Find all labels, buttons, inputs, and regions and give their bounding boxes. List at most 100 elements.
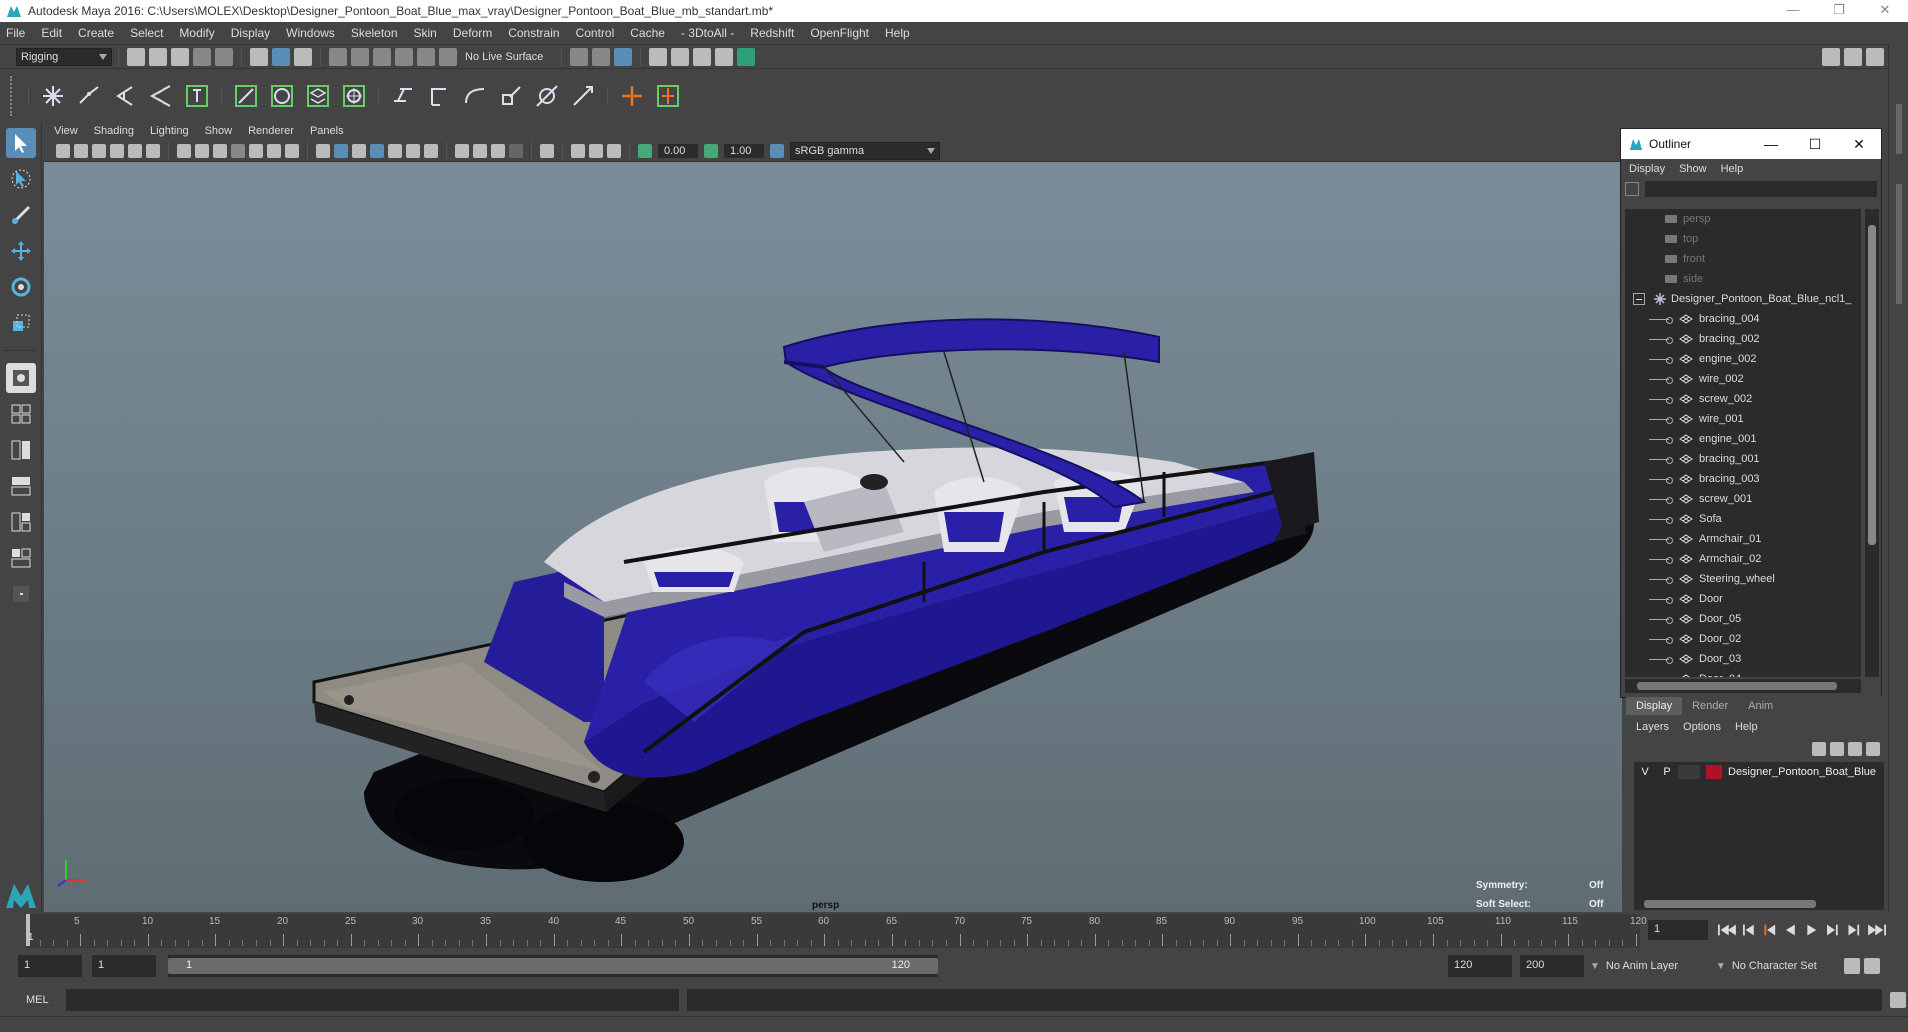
- menu-modify[interactable]: Modify: [179, 26, 214, 40]
- save-scene-icon[interactable]: [171, 47, 189, 66]
- close-button[interactable]: ✕: [1862, 0, 1908, 22]
- current-frame-field[interactable]: 1: [1648, 920, 1709, 940]
- menu-skin[interactable]: Skin: [414, 26, 437, 40]
- safe-title-icon[interactable]: [285, 143, 299, 158]
- redshift-render-icon[interactable]: [737, 47, 756, 66]
- color-management-icon[interactable]: [770, 143, 784, 158]
- undo-icon[interactable]: [193, 47, 211, 66]
- point-constraint-button[interactable]: [425, 81, 453, 111]
- tree-item-child[interactable]: Sofa: [1625, 509, 1861, 529]
- script-editor-icon[interactable]: [1890, 992, 1907, 1008]
- depth-of-field-icon[interactable]: [509, 143, 523, 158]
- snap-surface-icon[interactable]: [417, 47, 435, 66]
- set-driven-key-button[interactable]: [654, 81, 682, 111]
- display-type-toggle[interactable]: [1678, 765, 1700, 779]
- single-view-layout-button[interactable]: [6, 363, 36, 393]
- construction-history-icon[interactable]: [570, 47, 589, 66]
- grid-icon[interactable]: [177, 143, 191, 158]
- menu-select[interactable]: Select: [130, 26, 163, 40]
- layer-color-swatch[interactable]: [1706, 765, 1722, 779]
- character-set-chevron-icon[interactable]: ▼: [1716, 961, 1726, 972]
- vp-menu-shading[interactable]: Shading: [94, 125, 134, 137]
- menu-create[interactable]: Create: [78, 26, 114, 40]
- menu-deform[interactable]: Deform: [453, 26, 492, 40]
- xray-icon[interactable]: [571, 143, 585, 158]
- restore-button[interactable]: ❐: [1816, 0, 1862, 22]
- render-frame-icon[interactable]: [649, 47, 668, 66]
- menuset-dropdown[interactable]: Rigging: [16, 47, 112, 66]
- live-surface-icon[interactable]: [439, 47, 457, 66]
- tree-item-child[interactable]: Door_05: [1625, 609, 1861, 629]
- anim-layer-dropdown[interactable]: No Anim Layer: [1606, 960, 1710, 972]
- outliner-hscrollbar[interactable]: [1625, 679, 1861, 693]
- scroll-thumb[interactable]: [1868, 225, 1876, 545]
- outliner-search-input[interactable]: [1645, 181, 1877, 197]
- tree-item-child[interactable]: Armchair_01: [1625, 529, 1861, 549]
- gamma-field[interactable]: 1.00: [724, 143, 764, 158]
- scale-constraint-button[interactable]: [497, 81, 525, 111]
- range-slider-handle[interactable]: [168, 958, 938, 974]
- scroll-thumb[interactable]: [1637, 682, 1837, 690]
- scroll-thumb[interactable]: [1644, 900, 1816, 908]
- grease-pencil-icon[interactable]: [146, 143, 160, 158]
- viewport-canvas[interactable]: persp Symmetry: Off Soft Select: Off: [44, 162, 1622, 912]
- tree-item-child[interactable]: Armchair_02: [1625, 549, 1861, 569]
- collapse-icon[interactable]: [1633, 293, 1645, 305]
- move-layer-down-icon[interactable]: [1830, 742, 1844, 756]
- orient-constraint-button[interactable]: [461, 81, 489, 111]
- wrap-button[interactable]: [304, 81, 332, 111]
- resolution-gate-icon[interactable]: [213, 143, 227, 158]
- new-layer-icon[interactable]: [1848, 742, 1862, 756]
- xray-joints-icon[interactable]: [607, 143, 621, 158]
- vp-menu-view[interactable]: View: [54, 125, 78, 137]
- two-view-layout-button[interactable]: [6, 435, 36, 465]
- move-layer-up-icon[interactable]: [1812, 742, 1826, 756]
- snap-curve-icon[interactable]: [351, 47, 369, 66]
- snap-view-icon[interactable]: [395, 47, 413, 66]
- menu-cache[interactable]: Cache: [630, 26, 665, 40]
- tree-item-child[interactable]: Door_03: [1625, 649, 1861, 669]
- menu-redshift[interactable]: Redshift: [750, 26, 794, 40]
- camera-select-icon[interactable]: [56, 143, 70, 158]
- layer-menu-options[interactable]: Options: [1683, 721, 1721, 733]
- parent-constraint-button[interactable]: [389, 81, 417, 111]
- character-set-dropdown[interactable]: No Character Set: [1732, 960, 1842, 972]
- cluster-button[interactable]: [232, 81, 260, 111]
- outliner-vscrollbar[interactable]: [1865, 209, 1879, 677]
- isolate-select-icon[interactable]: [540, 143, 554, 158]
- custom-layout-button[interactable]: [6, 579, 36, 609]
- bind-skin-button[interactable]: [147, 81, 175, 111]
- playback-toggle[interactable]: P: [1656, 766, 1678, 778]
- paint-select-tool-button[interactable]: [6, 200, 36, 230]
- outliner-maximize-button[interactable]: ☐: [1793, 129, 1837, 159]
- menu-windows[interactable]: Windows: [286, 26, 335, 40]
- tree-item-child[interactable]: bracing_003: [1625, 469, 1861, 489]
- select-tool-button[interactable]: [6, 128, 36, 158]
- rotate-tool-button[interactable]: [6, 272, 36, 302]
- paint-weights-button[interactable]: [183, 81, 211, 111]
- tree-item-child[interactable]: Door_04: [1625, 669, 1861, 677]
- locator-button[interactable]: [618, 81, 646, 111]
- tree-item-side[interactable]: side: [1625, 269, 1861, 289]
- tree-item-child[interactable]: screw_001: [1625, 489, 1861, 509]
- attribute-editor-toggle-icon[interactable]: [1844, 47, 1862, 66]
- move-tool-button[interactable]: [6, 236, 36, 266]
- workspace-icon[interactable]: [1822, 47, 1840, 66]
- play-backward-icon[interactable]: [1786, 924, 1796, 936]
- four-view-layout-button[interactable]: [6, 399, 36, 429]
- colorspace-dropdown[interactable]: sRGB gamma: [790, 141, 940, 160]
- tree-item-child[interactable]: Door: [1625, 589, 1861, 609]
- menu-openflight[interactable]: OpenFlight: [810, 26, 869, 40]
- tree-item-root[interactable]: Designer_Pontoon_Boat_Blue_ncl1_: [1625, 289, 1861, 309]
- tree-item-front[interactable]: front: [1625, 249, 1861, 269]
- outliner-menu-show[interactable]: Show: [1679, 163, 1707, 175]
- tree-item-child[interactable]: Steering_wheel: [1625, 569, 1861, 589]
- filter-icon[interactable]: [1625, 182, 1639, 196]
- auto-key-icon[interactable]: [1843, 958, 1860, 974]
- command-input[interactable]: [65, 989, 680, 1011]
- layer-menu-help[interactable]: Help: [1735, 721, 1758, 733]
- anti-aliasing-icon[interactable]: [491, 143, 505, 158]
- exposure-field[interactable]: 0.00: [658, 143, 698, 158]
- minimize-button[interactable]: —: [1770, 0, 1816, 22]
- film-gate-icon[interactable]: [195, 143, 209, 158]
